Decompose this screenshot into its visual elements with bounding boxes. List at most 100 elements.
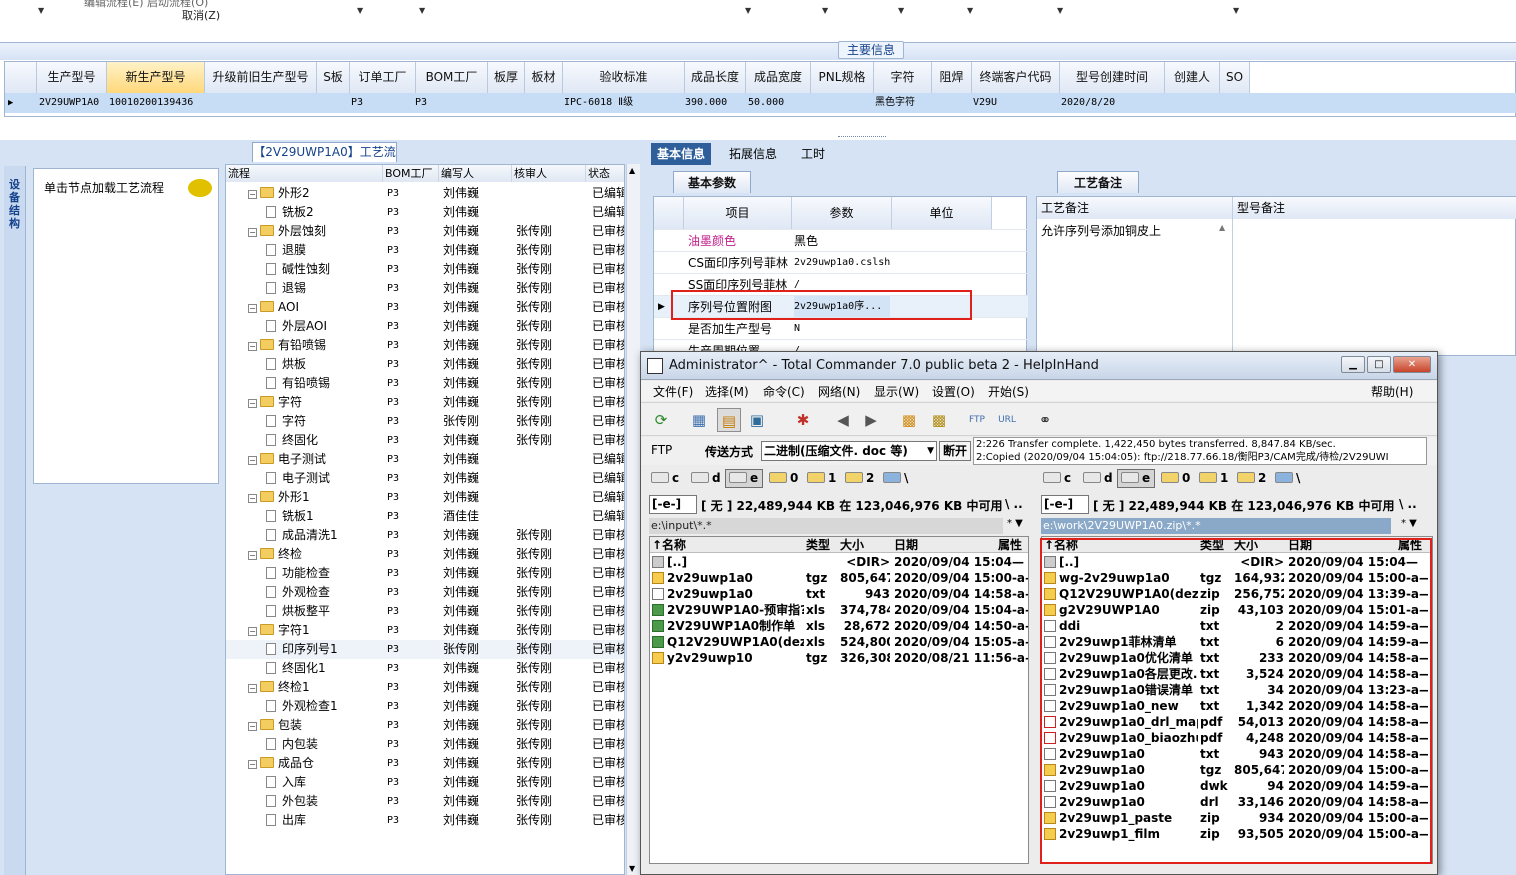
param-value[interactable]: 黑色 [794, 230, 818, 252]
right-path[interactable]: e:\work\2V29UWP1A0.zip\*.* [1041, 518, 1391, 534]
collapse-icon[interactable]: − [248, 190, 257, 199]
grid-header[interactable]: 阻焊 [932, 62, 972, 93]
back-icon[interactable]: ◀ [831, 408, 855, 432]
forward-icon[interactable]: ▶ [859, 408, 883, 432]
cell-created-time[interactable]: 2020/8/20 [1061, 93, 1115, 113]
grid-header[interactable]: 成品长度 [685, 62, 746, 93]
cell-silkscreen[interactable]: 黑色字符 [875, 93, 915, 113]
tree-node[interactable]: 退膜 [266, 241, 306, 260]
collapse-icon[interactable]: − [248, 627, 257, 636]
cell-acceptance-standard[interactable]: IPC-6018 Ⅱ级 [564, 93, 633, 113]
scroll-up-icon[interactable]: ▲ [1219, 223, 1225, 232]
grid-header[interactable]: 字符 [874, 62, 932, 93]
cell-customer-code[interactable]: V29U [973, 93, 997, 113]
scroll-up-icon[interactable]: ▲ [629, 166, 635, 175]
tree-node[interactable]: 出库 [266, 811, 306, 830]
drive-1[interactable]: 1 [1199, 471, 1228, 485]
tree-node[interactable]: − 包装 [248, 716, 302, 735]
tree-node[interactable]: − 成品仓 [248, 754, 314, 773]
tree-node[interactable]: − 字符1 [248, 621, 310, 640]
col-type[interactable]: 类型 [806, 537, 840, 553]
tab-basic-params[interactable]: 基本参数 [673, 171, 751, 193]
collapse-icon[interactable]: − [248, 494, 257, 503]
col-attr[interactable]: 属性 [998, 537, 1028, 553]
tree-row[interactable]: 印序列号1 P3 张传刚 张传刚 已审核 [226, 640, 624, 659]
drive-network[interactable]: \ [1275, 471, 1300, 485]
tree-row[interactable]: − AOI P3 刘伟巍 张传刚 已审核 [226, 298, 624, 317]
params-header-unit[interactable]: 单位 [892, 197, 992, 229]
cell-bom-factory[interactable]: P3 [415, 93, 427, 113]
dropdown-arrow-icon[interactable]: ▼ [38, 6, 44, 15]
ftp-connect-icon[interactable]: FTP [965, 408, 989, 432]
tree-row[interactable]: − 包装 P3 刘伟巍 张传刚 已审核 [226, 716, 624, 735]
tree-row[interactable]: 终固化 P3 刘伟巍 张传刚 已审核 [226, 431, 624, 450]
collapse-icon[interactable]: − [248, 304, 257, 313]
tree-row[interactable]: − 电子测试 P3 刘伟巍 已编辑 [226, 450, 624, 469]
param-row[interactable]: CS面印序列号菲林 2v29uwp1a0.cslsh [654, 251, 1028, 273]
menu-help[interactable]: 帮助(H) [1371, 383, 1413, 400]
tc-title-bar[interactable]: Administrator^ - Total Commander 7.0 pub… [641, 352, 1437, 380]
tree-row[interactable]: 外观检查1 P3 刘伟巍 张传刚 已审核 [226, 697, 624, 716]
tree-row[interactable]: − 成品仓 P3 刘伟巍 张传刚 已审核 [226, 754, 624, 773]
grid-header[interactable]: 验收标准 [563, 62, 685, 93]
notes-header-model[interactable]: 型号备注 [1233, 197, 1516, 219]
cell-product-model[interactable]: 2V29UWP1A0 [39, 93, 99, 113]
tree-node[interactable]: 退锡 [266, 279, 306, 298]
tree-header-writer[interactable]: 编写人 [439, 165, 512, 182]
tab-work-hours[interactable]: 工时 [795, 143, 831, 165]
cell-new-model[interactable]: 10010200139436 [109, 93, 193, 113]
file-row[interactable]: 2V29UWP1A0-预审指?. xls 374,784 2020/09/04 15:… [650, 602, 1028, 618]
cell-length[interactable]: 390.000 [685, 93, 727, 113]
tree-header-flow[interactable]: 流程 [226, 165, 383, 182]
notes-header-process[interactable]: 工艺备注 [1037, 197, 1233, 219]
grid-header[interactable]: 生产型号 [37, 62, 107, 93]
chevron-down-icon[interactable]: ▼ [927, 442, 934, 460]
brief-view-icon[interactable]: ▦ [687, 408, 711, 432]
pack-icon[interactable]: ▩ [897, 408, 921, 432]
menu-settings[interactable]: 设置(O) [932, 383, 975, 400]
grid-header[interactable]: 板材 [525, 62, 563, 93]
tree-row[interactable]: 退膜 P3 刘伟巍 张传刚 已审核 [226, 241, 624, 260]
grid-header[interactable]: 型号创建时间 [1060, 62, 1165, 93]
file-row[interactable]: 2v29uwp1a0 txt 943 2020/09/04 14:58-a— [650, 586, 1028, 602]
right-drive-combo[interactable]: [-e-] [1041, 495, 1089, 514]
tree-node[interactable]: − 外层蚀刻 [248, 222, 326, 241]
tree-node[interactable]: 烘板 [266, 355, 306, 374]
history-icon[interactable]: * ▼ [1401, 518, 1417, 529]
drive-2[interactable]: 2 [845, 471, 874, 485]
dropdown-arrow-icon[interactable]: ▼ [967, 6, 973, 15]
file-row[interactable]: [..] <DIR> 2020/09/04 15:04— [650, 554, 1028, 570]
splitter-grip[interactable] [838, 136, 886, 139]
collapse-icon[interactable]: − [248, 551, 257, 560]
splitter[interactable] [0, 117, 1516, 139]
file-row[interactable]: 2v29uwp1a0 tgz 805,647 2020/09/04 15:00-a— [650, 570, 1028, 586]
dropdown-arrow-icon[interactable]: ▼ [898, 6, 904, 15]
refresh-icon[interactable]: ⟳ [649, 408, 673, 432]
col-date[interactable]: 日期 [894, 537, 998, 553]
tree-row[interactable]: 外层AOI P3 刘伟巍 张传刚 已审核 [226, 317, 624, 336]
thumbnail-icon[interactable]: ▣ [745, 408, 769, 432]
menu-command[interactable]: 命令(C) [763, 383, 805, 400]
tree-row[interactable]: 出库 P3 刘伟巍 张传刚 已审核 [226, 811, 624, 830]
tree-row[interactable]: − 字符 P3 刘伟巍 张传刚 已审核 [226, 393, 624, 412]
tab-process-notes[interactable]: 工艺备注 [1057, 171, 1139, 193]
tree-node[interactable]: 烘板整平 [266, 602, 330, 621]
tree-row[interactable]: − 外层蚀刻 P3 刘伟巍 张传刚 已审核 [226, 222, 624, 241]
drive-0[interactable]: 0 [1161, 471, 1190, 485]
side-tab-equipment[interactable]: 设备结构 [4, 166, 26, 875]
dropdown-arrow-icon[interactable]: ▼ [357, 6, 363, 15]
tree-node[interactable]: 外观检查1 [266, 697, 338, 716]
tree-row[interactable]: − 字符1 P3 刘伟巍 张传刚 已审核 [226, 621, 624, 640]
transfer-mode-select[interactable]: 二进制(压缩文件. doc 等) ▼ [761, 441, 937, 461]
tree-node[interactable]: 外层AOI [266, 317, 327, 336]
url-connect-icon[interactable]: URL [995, 408, 1019, 432]
tree-node[interactable]: − 有铅喷锡 [248, 336, 326, 355]
grid-header[interactable]: SO [1220, 62, 1250, 93]
drive-e[interactable]: e [729, 471, 758, 485]
file-row[interactable]: Q12V29UWP1A0(dez.. xls 524,800 2020/09/04 1… [650, 634, 1028, 650]
params-header-value[interactable]: 参数 [792, 197, 892, 229]
file-row[interactable]: 2V29UWP1A0制作单 xls 28,672 2020/09/04 14:50-a… [650, 618, 1028, 634]
tree-node[interactable]: − 终检 [248, 545, 302, 564]
tree-node[interactable]: 铣板2 [266, 203, 314, 222]
tree-node[interactable]: 有铅喷锡 [266, 374, 330, 393]
